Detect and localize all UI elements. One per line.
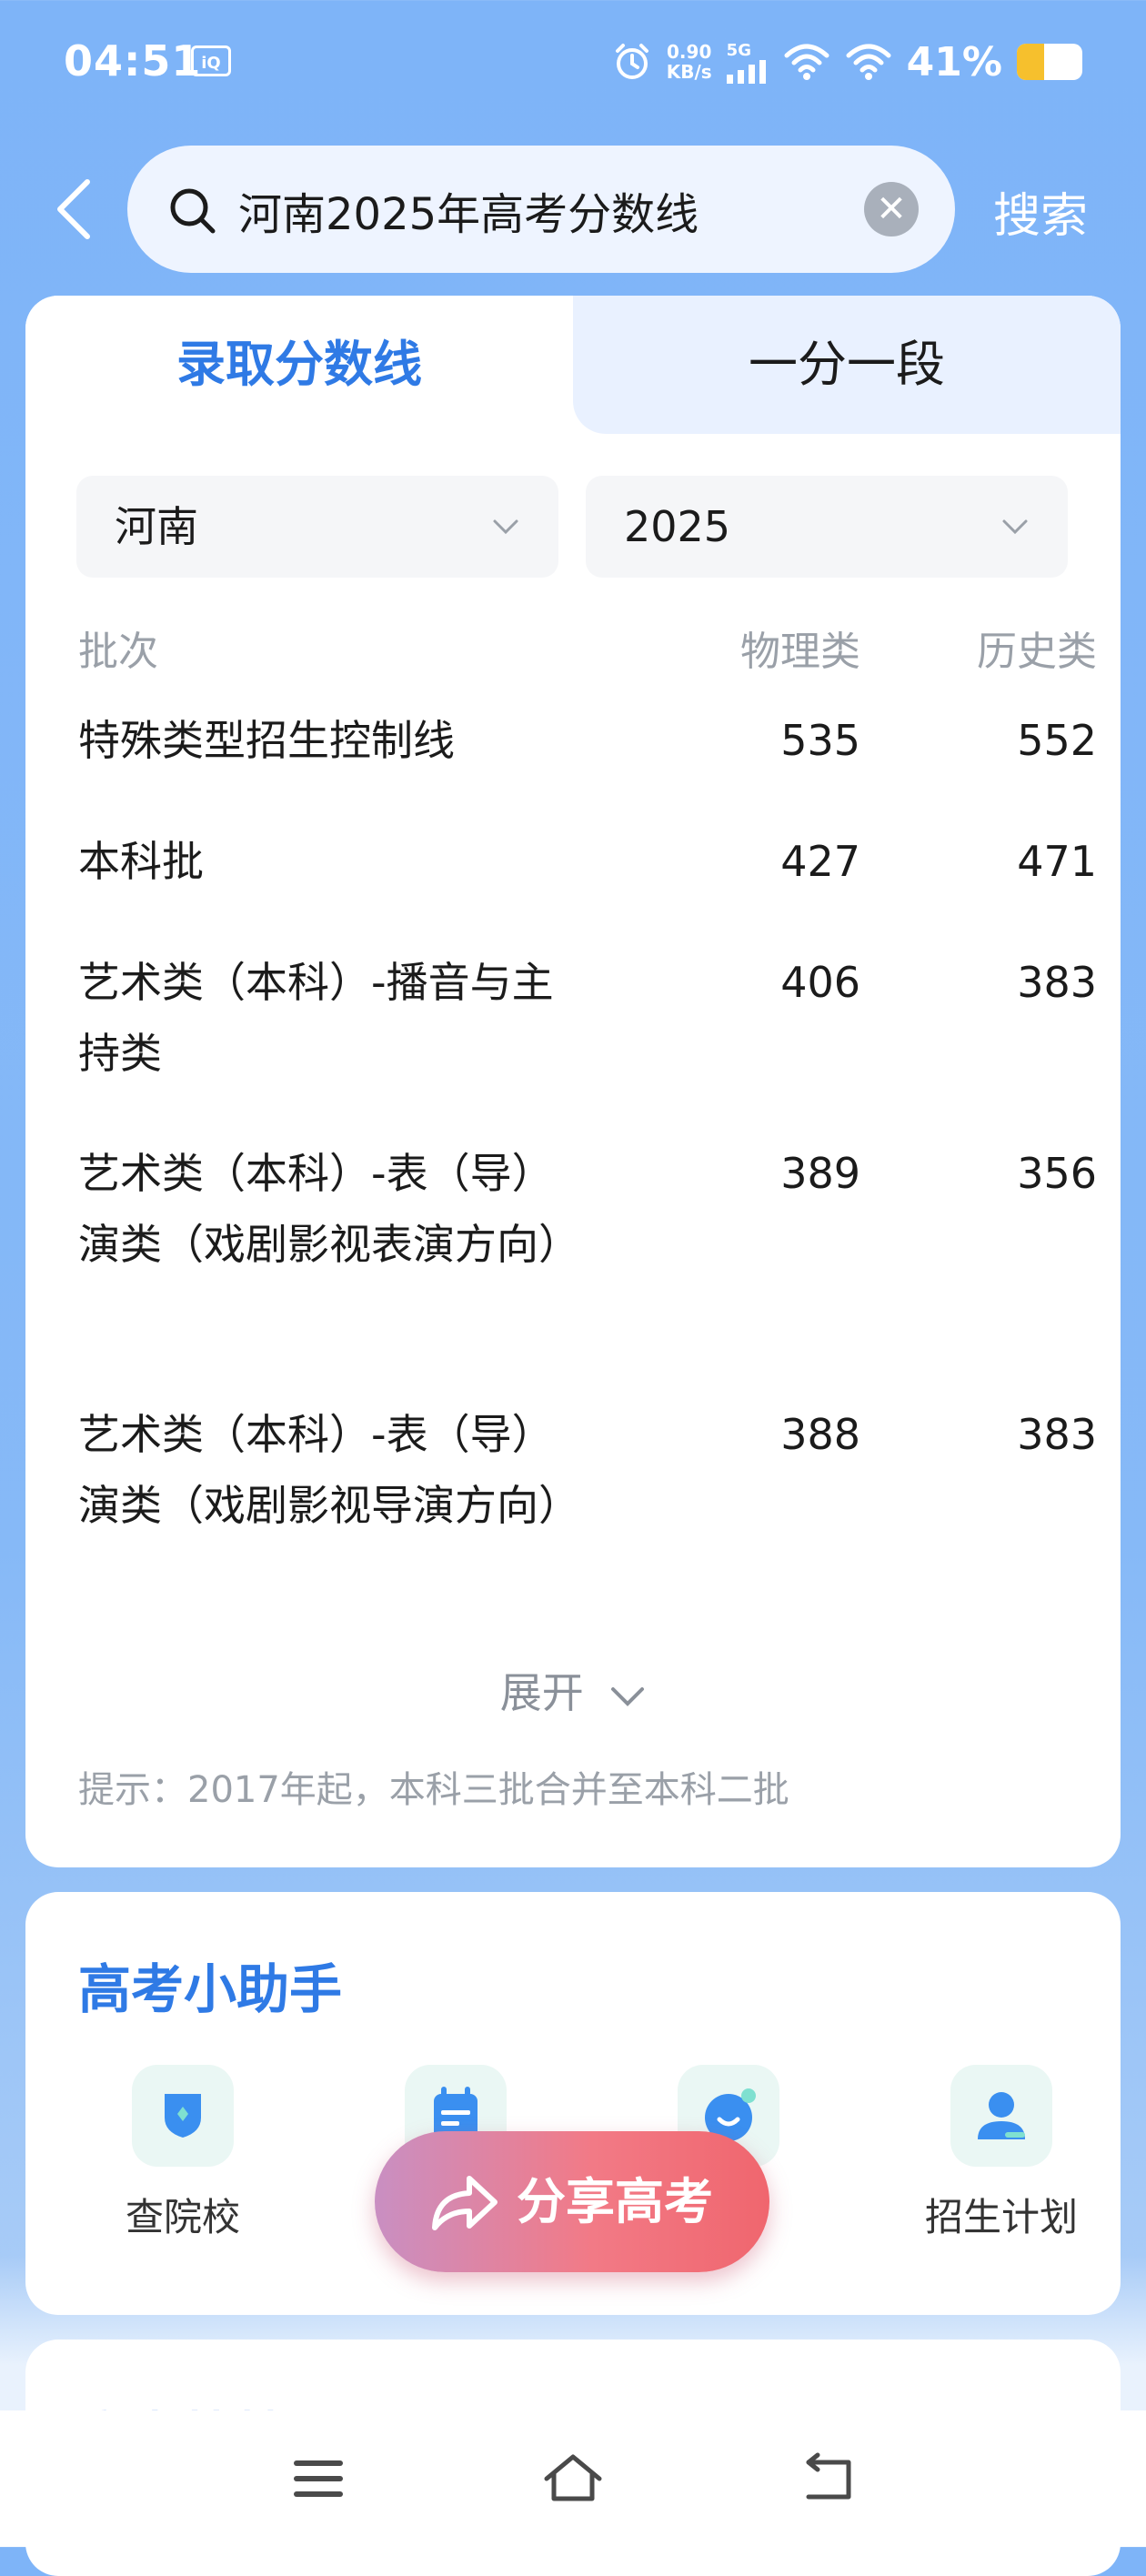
header-history: 历史类 xyxy=(977,629,1097,675)
table-header: 批次 物理类 历史类 xyxy=(78,619,1097,682)
tab-bar: 录取分数线 一分一段 xyxy=(25,296,1121,434)
person-icon xyxy=(950,2065,1052,2167)
clear-search-button[interactable]: ✕ xyxy=(864,182,919,236)
row-physics-score: 427 xyxy=(780,837,860,886)
expand-label: 展开 xyxy=(499,1668,584,1717)
row-history-score: 356 xyxy=(1017,1149,1097,1198)
status-right-group: 0.90 KB/s 5G 41% xyxy=(612,35,1082,89)
tool-label: 查院校 xyxy=(125,2195,240,2239)
admission-scores-card: 录取分数线 一分一段 河南 2025 批次 物理类 历史类 特殊类型招生控制线 … xyxy=(25,296,1121,1867)
home-icon[interactable] xyxy=(541,2451,605,2506)
cellular-signal-icon xyxy=(726,59,766,84)
search-icon xyxy=(170,188,216,234)
alarm-icon xyxy=(615,44,648,79)
tool-enrollment-plan[interactable]: 招生计划 xyxy=(888,2065,1115,2242)
row-history-score: 383 xyxy=(1017,958,1097,1007)
search-box[interactable]: ✕ xyxy=(127,146,955,273)
menu-icon[interactable] xyxy=(286,2451,350,2506)
net-speed-value: 0.90 xyxy=(667,41,712,63)
row-physics-score: 389 xyxy=(780,1149,860,1198)
school-badge-icon xyxy=(132,2065,234,2167)
tab-score-distribution[interactable]: 一分一段 xyxy=(573,296,1121,434)
chevron-down-icon xyxy=(1002,519,1028,535)
tab-admission-scores[interactable]: 录取分数线 xyxy=(25,296,573,434)
net-speed: 0.90 KB/s xyxy=(667,42,712,82)
tool-search-schools[interactable]: 查院校 xyxy=(69,2065,297,2242)
province-value: 河南 xyxy=(115,502,198,551)
back-icon[interactable] xyxy=(796,2451,860,2506)
status-time: 04:51 xyxy=(64,36,202,86)
status-bar: 04:51 iQ 0.90 KB/s 5G 41% xyxy=(0,0,1146,127)
row-batch-name: 特殊类型招生控制线 xyxy=(78,716,455,765)
wifi-icon xyxy=(784,44,829,80)
chevron-down-icon xyxy=(493,519,518,535)
row-batch-name: 艺术类（本科）-播音与主持类 xyxy=(78,958,554,1078)
net-speed-unit: KB/s xyxy=(666,61,712,83)
header-batch: 批次 xyxy=(78,629,158,675)
battery-fill xyxy=(1017,44,1044,80)
row-batch-name: 艺术类（本科）-表（导）演类（戏剧影视导演方向） xyxy=(78,1410,580,1530)
year-select[interactable]: 2025 xyxy=(586,476,1068,578)
row-batch-name: 本科批 xyxy=(78,837,204,886)
network-type: 5G xyxy=(726,40,751,60)
share-arrow-icon xyxy=(432,2176,498,2230)
cellular-group: 5G xyxy=(726,40,769,84)
row-history-score: 552 xyxy=(1017,716,1097,765)
qiyi-app-icon: iQ xyxy=(191,45,231,76)
row-physics-score: 406 xyxy=(780,958,860,1007)
province-select[interactable]: 河南 xyxy=(76,476,558,578)
search-button[interactable]: 搜索 xyxy=(993,177,1088,246)
search-input[interactable] xyxy=(236,173,877,247)
battery-percent: 41% xyxy=(906,38,1002,86)
battery-icon xyxy=(1017,44,1082,80)
row-history-score: 383 xyxy=(1017,1410,1097,1459)
row-batch-name: 艺术类（本科）-表（导）演类（戏剧影视表演方向） xyxy=(78,1149,580,1269)
helper-title: 高考小助手 xyxy=(78,1958,343,2020)
row-history-score: 471 xyxy=(1017,837,1097,886)
row-physics-score: 388 xyxy=(780,1410,860,1459)
expand-button[interactable]: 展开 xyxy=(25,1660,1121,1720)
header-physics: 物理类 xyxy=(740,629,860,675)
system-nav-bar xyxy=(0,2410,1146,2547)
merge-hint: 提示：2017年起，本科三批合并至本科二批 xyxy=(78,1769,789,1811)
share-gaokao-button[interactable]: 分享高考 xyxy=(375,2131,769,2272)
share-label: 分享高考 xyxy=(517,2173,713,2230)
year-value: 2025 xyxy=(624,502,731,551)
row-physics-score: 535 xyxy=(780,716,860,765)
back-arrow-icon[interactable] xyxy=(51,177,96,241)
chevron-down-icon xyxy=(611,1686,645,1706)
tool-label: 招生计划 xyxy=(924,2195,1078,2239)
wifi-icon-secondary xyxy=(846,44,891,80)
